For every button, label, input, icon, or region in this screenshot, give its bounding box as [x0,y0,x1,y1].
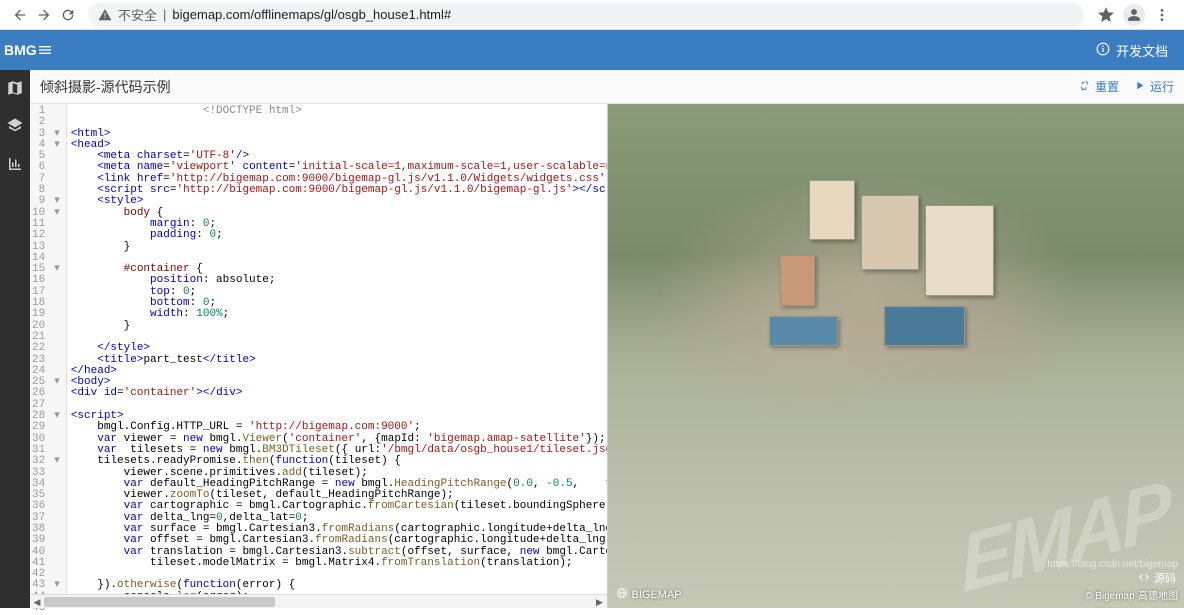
recycle-icon [1078,79,1091,95]
app-logo: BMG [0,42,30,58]
source-badge[interactable]: 源码 [1138,570,1176,586]
app-header: BMG 开发文档 [0,30,1184,70]
address-divider: | [163,7,166,22]
title-bar: 倾斜摄影-源代码示例 重置 运行 [30,70,1184,104]
code-editor[interactable]: 1 2 3 ▾4 ▾5 6 7 8 9 ▾10 ▾11 12 13 14 15 … [30,104,608,608]
insecure-icon [98,8,112,22]
sidebar-layers-icon[interactable] [5,116,25,136]
copyright-text: © Bigemap·高德地图 [1085,587,1178,602]
page-title: 倾斜摄影-源代码示例 [40,77,171,97]
preview-logo: BIGEMAP [616,587,682,602]
browser-menu-button[interactable] [1148,1,1176,29]
insecure-label: 不安全 [118,5,157,24]
building-model [884,306,965,346]
play-icon [1133,79,1146,95]
sidebar [0,70,30,608]
bookmark-button[interactable] [1092,1,1120,29]
scroll-right-arrow[interactable]: ▶ [593,595,607,609]
forward-button[interactable] [32,3,56,27]
reset-label: 重置 [1095,78,1119,95]
code-icon [1138,571,1150,586]
sidebar-map-icon[interactable] [5,78,25,98]
reset-button[interactable]: 重置 [1078,78,1119,95]
user-account-button[interactable] [1120,1,1148,29]
browser-bar: 不安全 | bigemap.com/offlinemaps/gl/osgb_ho… [0,0,1184,30]
back-button[interactable] [8,3,32,27]
building-model [769,316,838,346]
line-gutter: 1 2 3 ▾4 ▾5 6 7 8 9 ▾10 ▾11 12 13 14 15 … [30,104,67,608]
building-model [925,205,994,296]
docs-link[interactable]: 开发文档 [1080,41,1184,60]
horizontal-scrollbar[interactable]: ◀ ▶ [30,594,607,608]
globe-icon [616,587,628,602]
scrollbar-thumb[interactable] [44,597,275,607]
docs-link-label: 开发文档 [1116,41,1168,60]
run-label: 运行 [1150,78,1174,95]
info-icon [1096,42,1110,59]
scroll-left-arrow[interactable]: ◀ [30,595,44,609]
hamburger-menu-button[interactable] [30,42,60,58]
code-area[interactable]: <!DOCTYPE html> <html><head> <meta chars… [67,104,607,608]
reload-button[interactable] [56,3,80,27]
preview-pane[interactable]: EMAP BIGEMAP https://blog.csdn.net/bigem… [608,104,1184,608]
address-bar[interactable]: 不安全 | bigemap.com/offlinemaps/gl/osgb_ho… [88,3,1084,27]
building-model [861,195,919,271]
watermark-url: https://blog.csdn.net/bigemap [1047,559,1178,570]
url-text: bigemap.com/offlinemaps/gl/osgb_house1.h… [172,7,451,22]
run-button[interactable]: 运行 [1133,78,1174,95]
building-model [780,255,815,305]
building-model [809,180,855,240]
sidebar-chart-icon[interactable] [5,154,25,174]
